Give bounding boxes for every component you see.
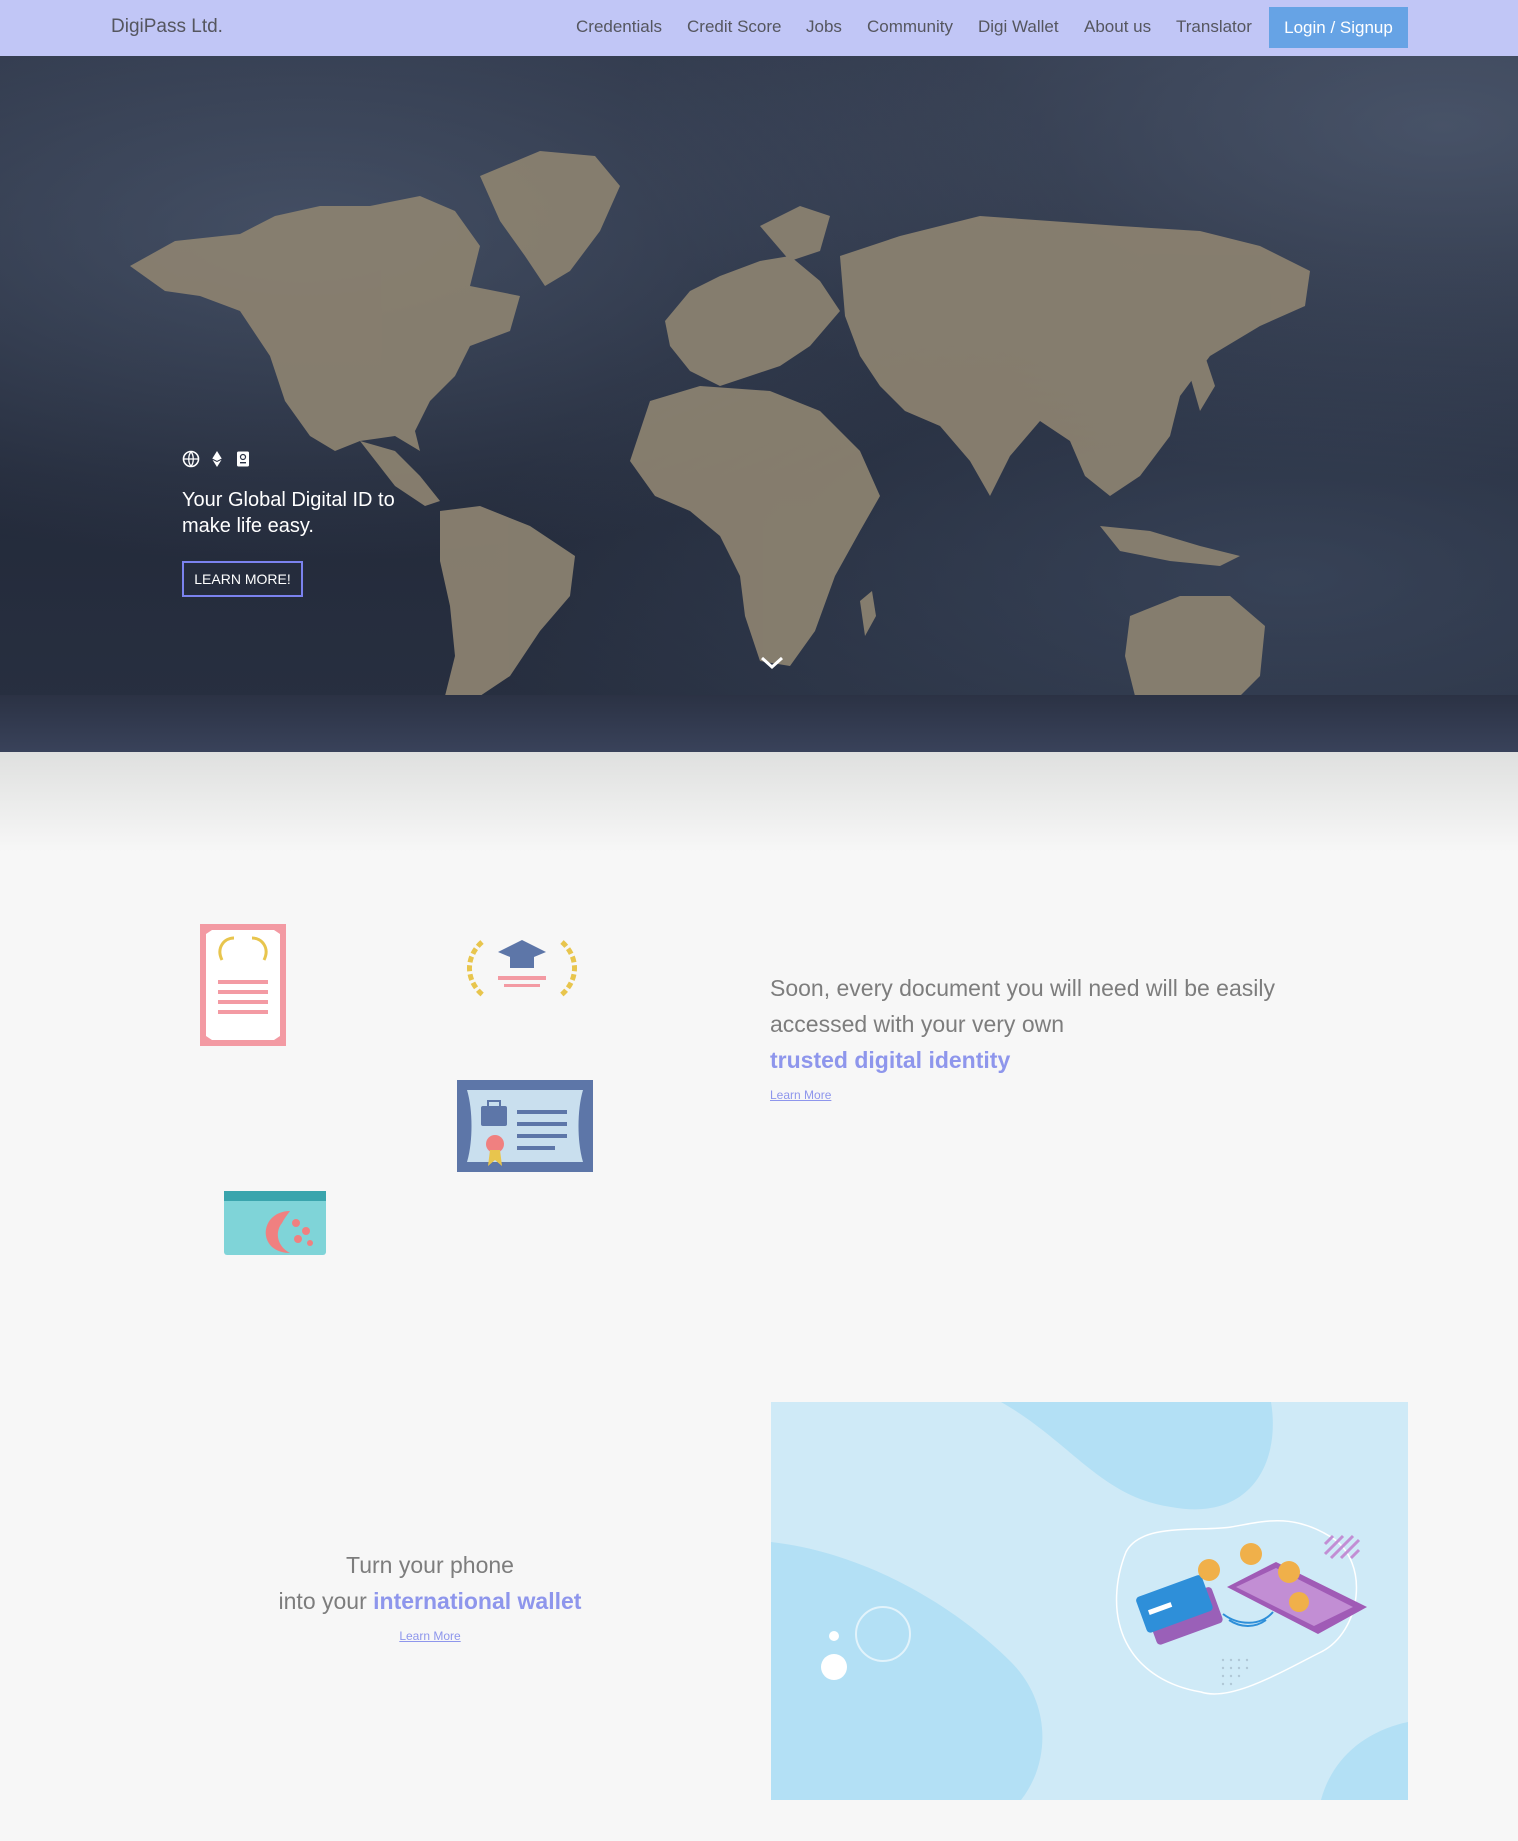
- login-signup-button[interactable]: Login / Signup: [1269, 7, 1408, 48]
- hero-bottom-band: [0, 695, 1518, 752]
- wallet-illustration: [771, 1402, 1408, 1800]
- nav-jobs[interactable]: Jobs: [806, 17, 842, 37]
- learn-more-button[interactable]: LEARN MORE!: [182, 561, 303, 597]
- id-card-icon: [457, 1080, 593, 1172]
- hero-tagline: Your Global Digital ID to make life easy…: [182, 489, 395, 537]
- graduation-laurel-icon: [467, 940, 577, 998]
- nav-community[interactable]: Community: [867, 17, 953, 37]
- nav-translator[interactable]: Translator: [1176, 17, 1252, 37]
- ethereum-icon: [208, 450, 226, 468]
- hero-section: Your Global Digital ID to make life easy…: [0, 56, 1518, 752]
- documents-highlight: trusted digital identity: [770, 1047, 1011, 1073]
- top-navbar: DigiPass Ltd. Credentials Credit Score J…: [0, 0, 1518, 56]
- documents-line-2: accessed with your very own: [770, 1011, 1065, 1037]
- brand-logo[interactable]: DigiPass Ltd.: [111, 16, 223, 38]
- wallet-highlight: international wallet: [373, 1588, 582, 1614]
- documents-text-block: Soon, every document you will need will …: [770, 970, 1330, 1108]
- wallet-learn-more-link[interactable]: Learn More: [399, 1629, 460, 1643]
- wallet-line-1: Turn your phone: [346, 1552, 514, 1578]
- nav-digi-wallet[interactable]: Digi Wallet: [978, 17, 1059, 37]
- nav-credentials[interactable]: Credentials: [576, 17, 662, 37]
- hero-icon-row: [182, 450, 252, 468]
- passport-card-icon: [224, 1191, 326, 1255]
- section-divider-fade: [0, 752, 1518, 852]
- documents-learn-more-link[interactable]: Learn More: [770, 1088, 831, 1102]
- nav-credit-score[interactable]: Credit Score: [687, 17, 781, 37]
- wallet-text-block: Turn your phone into your international …: [230, 1547, 630, 1649]
- certificate-icon: [200, 924, 286, 1046]
- documents-line-1: Soon, every document you will need will …: [770, 975, 1275, 1001]
- nav-about-us[interactable]: About us: [1084, 17, 1151, 37]
- globe-icon: [182, 450, 200, 468]
- world-map-image: [130, 151, 1310, 696]
- wallet-line-2-prefix: into your: [278, 1588, 374, 1614]
- passport-icon: [234, 450, 252, 468]
- chevron-down-icon[interactable]: [759, 654, 785, 672]
